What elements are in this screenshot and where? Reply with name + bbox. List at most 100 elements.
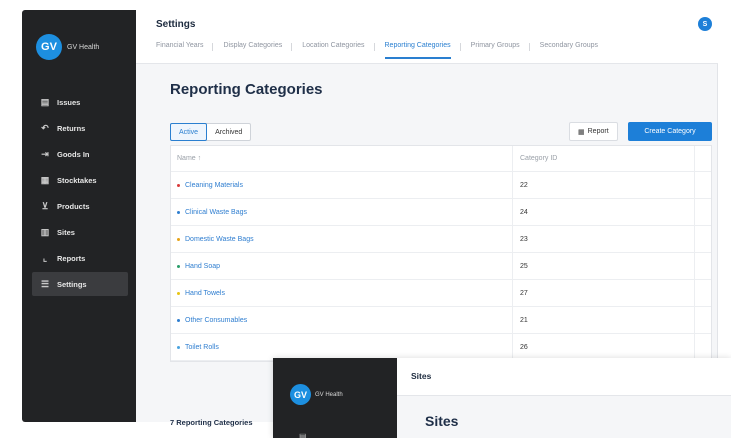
category-color-dot [177, 345, 180, 349]
table-row[interactable]: Domestic Waste Bags 23 [171, 226, 711, 253]
tab-financial-years[interactable]: Financial Years [156, 42, 215, 59]
category-link[interactable]: Clinical Waste Bags [185, 209, 247, 216]
sidebar-item-label: Returns [57, 123, 86, 133]
sidebar-item-products[interactable]: ⊻ Products [32, 194, 128, 218]
category-name-cell: Clinical Waste Bags [177, 209, 247, 216]
sidebar-item-goods-in[interactable]: ⇥ Goods In [32, 142, 128, 166]
tab-reporting-categories[interactable]: Reporting Categories [384, 42, 461, 59]
building-icon: ▥ [40, 226, 50, 237]
logo-badge: GV [36, 34, 62, 60]
row-spacer [694, 334, 712, 360]
cart-icon: ⊻ [41, 200, 49, 211]
sidebar-item-label: Stocktakes [57, 175, 97, 185]
stocktake-icon: ▦ [40, 174, 50, 185]
category-link[interactable]: Hand Towels [185, 290, 225, 297]
inbox-icon: ▤ [40, 96, 50, 107]
filter-archived-button[interactable]: Archived [207, 124, 250, 140]
tab-location-categories[interactable]: Location Categories [302, 42, 375, 59]
return-icon: ↶ [41, 122, 49, 133]
category-link[interactable]: Domestic Waste Bags [185, 236, 254, 243]
category-link[interactable]: Cleaning Materials [185, 182, 243, 189]
category-name-cell: Other Consumables [177, 317, 247, 324]
second-window-sidebar: GV GV Health ▤ [273, 358, 397, 438]
category-color-dot [177, 291, 180, 295]
table-body: Cleaning Materials 22 Clinical Waste Bags 2… [171, 172, 711, 361]
avatar[interactable]: S [698, 17, 712, 31]
column-header-category-id[interactable]: Category ID [512, 146, 694, 171]
sidebar-item-returns[interactable]: ↶ Returns [32, 116, 128, 140]
row-spacer [694, 226, 712, 252]
category-color-dot [177, 210, 180, 214]
category-name-cell: Hand Soap [177, 263, 220, 270]
sidebar-nav: ▤ Issues ↶ Returns ⇥ Goods In ▦ Stocktak… [32, 90, 128, 298]
sidebar-item-issues[interactable]: ▤ Issues [32, 90, 128, 114]
category-name-cell: Toilet Rolls [177, 344, 219, 351]
logo-text: GV Health [67, 43, 100, 51]
section-title: Settings [156, 19, 196, 30]
sidebar-item-reports[interactable]: ⌞ Reports [32, 246, 128, 270]
tab-display-categories[interactable]: Display Categories [223, 42, 292, 59]
create-category-button[interactable]: Create Category [628, 122, 712, 141]
report-icon: ▦ [578, 128, 585, 136]
row-spacer [694, 253, 712, 279]
sidebar-item-stocktakes[interactable]: ▦ Stocktakes [32, 168, 128, 192]
category-name-cell: Hand Towels [177, 290, 225, 297]
section-title: Sites [411, 371, 432, 381]
category-color-dot [177, 237, 180, 241]
row-spacer [694, 172, 712, 198]
chart-icon: ⌞ [42, 252, 48, 263]
second-window-top-bar: Sites [397, 358, 731, 396]
category-id-cell: 23 [512, 226, 694, 252]
report-button[interactable]: ▦ Report [569, 122, 618, 141]
table-row[interactable]: Hand Soap 25 [171, 253, 711, 280]
category-name-cell: Domestic Waste Bags [177, 236, 254, 243]
column-spacer [694, 146, 712, 171]
settings-list-icon: ☰ [40, 278, 50, 289]
top-bar: Settings Financial Years Display Categor… [136, 10, 718, 64]
table-header: Name ↑ Category ID [171, 146, 711, 172]
page-title: Sites [425, 413, 459, 429]
tab-secondary-groups[interactable]: Secondary Groups [540, 42, 598, 59]
sidebar-item-settings[interactable]: ☰ Settings [32, 272, 128, 296]
category-id-cell: 27 [512, 280, 694, 306]
table-row[interactable]: Hand Towels 27 [171, 280, 711, 307]
category-id-cell: 21 [512, 307, 694, 333]
table-row[interactable]: Clinical Waste Bags 24 [171, 199, 711, 226]
table-row[interactable]: Cleaning Materials 22 [171, 172, 711, 199]
app-logo[interactable]: GV GV Health [290, 384, 343, 405]
row-spacer [694, 199, 712, 225]
category-link[interactable]: Hand Soap [185, 263, 220, 270]
inbox-icon: ▤ [299, 432, 307, 438]
tab-primary-groups[interactable]: Primary Groups [471, 42, 530, 59]
record-count: 7 Reporting Categories [170, 418, 253, 427]
page-title: Reporting Categories [170, 81, 323, 98]
category-color-dot [177, 264, 180, 268]
column-header-name[interactable]: Name ↑ [177, 155, 201, 162]
goods-in-icon: ⇥ [41, 148, 49, 159]
app-logo[interactable]: GV GV Health [36, 34, 99, 60]
sidebar: GV GV Health ▤ Issues ↶ Returns ⇥ Goods … [22, 10, 136, 422]
settings-tabs: Financial Years Display Categories Locat… [156, 42, 618, 59]
table-row[interactable]: Toilet Rolls 26 [171, 334, 711, 361]
logo-text: GV Health [315, 391, 343, 398]
sidebar-item-label: Settings [57, 279, 87, 289]
sidebar-item-label: Issues [57, 97, 81, 107]
row-spacer [694, 307, 712, 333]
category-link[interactable]: Other Consumables [185, 317, 247, 324]
second-window: GV GV Health ▤ Sites Sites [273, 358, 731, 438]
category-name-cell: Cleaning Materials [177, 182, 243, 189]
sidebar-item-label: Goods In [57, 149, 90, 159]
categories-table: Name ↑ Category ID Cleaning Materials 22 C… [170, 145, 712, 362]
sidebar-item-sites[interactable]: ▥ Sites [32, 220, 128, 244]
table-row[interactable]: Other Consumables 21 [171, 307, 711, 334]
category-id-cell: 26 [512, 334, 694, 360]
sidebar-item-label: Reports [57, 253, 86, 263]
row-spacer [694, 280, 712, 306]
logo-badge: GV [290, 384, 311, 405]
filter-active-button[interactable]: Active [170, 123, 208, 141]
category-link[interactable]: Toilet Rolls [185, 344, 219, 351]
category-id-cell: 22 [512, 172, 694, 198]
category-color-dot [177, 183, 180, 187]
sidebar-item-label: Products [57, 201, 90, 211]
category-color-dot [177, 318, 180, 322]
